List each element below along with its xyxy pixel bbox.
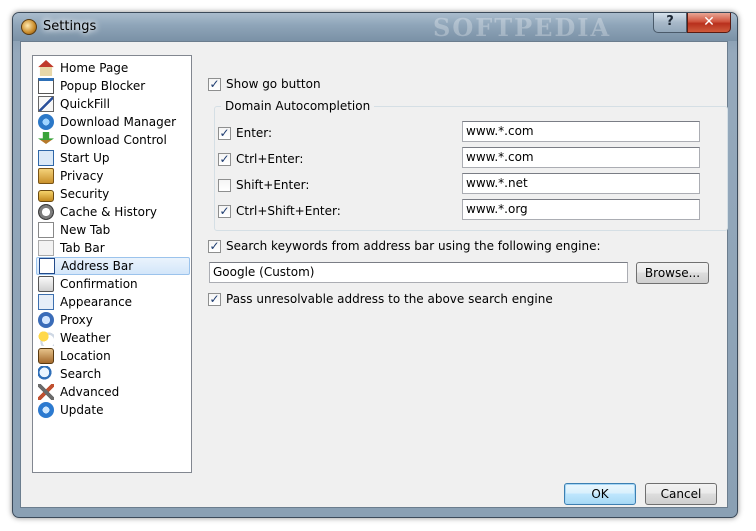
sidebar-item-tab-bar[interactable]: Tab Bar [36,239,190,257]
home-icon [38,60,54,76]
dialog-body: Home Page Popup Blocker QuickFill Download … [20,41,728,508]
sidebar-item-advanced[interactable]: Advanced [36,383,190,401]
domain-row-label: Enter: [236,126,273,140]
sidebar-item-label: Download Manager [60,115,177,129]
sidebar-item-security[interactable]: Security [36,185,190,203]
sidebar-item-quickfill[interactable]: QuickFill [36,95,190,113]
sidebar-item-download-manager[interactable]: Download Manager [36,113,190,131]
privacy-icon [38,168,54,184]
sidebar-item-label: Update [60,403,104,417]
domain-row-checkbox[interactable]: ✓ [218,152,231,166]
app-icon [21,19,37,35]
domain-suffix-field[interactable]: www.*.com [462,147,700,168]
check-mark-icon: ✓ [209,292,220,306]
check-mark-icon: ✓ [209,77,220,91]
domain-row-checkbox[interactable] [218,179,231,192]
sidebar-item-label: Address Bar [61,259,134,273]
sidebar-item-privacy[interactable]: Privacy [36,167,190,185]
sidebar-item-label: New Tab [60,223,111,237]
sidebar-item-label: Tab Bar [60,241,105,255]
sidebar-item-popup-blocker[interactable]: Popup Blocker [36,77,190,95]
new-tab-icon [38,222,54,238]
sidebar-item-new-tab[interactable]: New Tab [36,221,190,239]
sidebar-item-label: Location [60,349,111,363]
search-engine-field[interactable]: Google (Custom) [209,262,628,283]
sidebar-item-label: Proxy [60,313,93,327]
sidebar-item-label: QuickFill [60,97,110,111]
sidebar-item-label: Appearance [60,295,133,309]
show-go-button-label: Show go button [226,77,321,91]
sidebar-item-label: Security [60,187,110,201]
sidebar-item-download-control[interactable]: Download Control [36,131,190,149]
sidebar-item-label: Weather [60,331,111,345]
settings-window: SOFTPEDIA Settings ? ✕ Home Page Popup Bl… [12,12,738,518]
domain-row-checkbox[interactable]: ✓ [218,204,231,218]
search-icon [38,366,54,382]
domain-suffix-field[interactable]: www.*.net [462,173,700,194]
domain-autocompletion-title: Domain Autocompletion [221,99,375,113]
sidebar-item-label: Download Control [60,133,167,147]
update-icon [38,402,54,418]
domain-row-label: Ctrl+Enter: [236,152,304,166]
advanced-icon [38,384,54,400]
settings-category-list[interactable]: Home Page Popup Blocker QuickFill Download … [32,55,192,473]
domain-suffix-field[interactable]: www.*.com [462,121,700,142]
domain-row-label: Shift+Enter: [236,178,310,192]
sidebar-item-label: Home Page [60,61,129,75]
title-bar[interactable]: SOFTPEDIA Settings ? ✕ [13,13,737,42]
sidebar-item-home-page[interactable]: Home Page [36,59,190,77]
download-control-icon [38,132,54,144]
address-bar-icon [39,258,55,274]
sidebar-item-label: Confirmation [60,277,138,291]
check-mark-icon: ✓ [209,239,220,253]
confirmation-icon [38,276,54,292]
browse-button[interactable]: Browse... [636,262,709,284]
search-keywords-label: Search keywords from address bar using t… [226,239,601,253]
check-mark-icon: ✓ [219,126,230,140]
sidebar-item-location[interactable]: Location [36,347,190,365]
sidebar-item-proxy[interactable]: Proxy [36,311,190,329]
sidebar-item-weather[interactable]: Weather [36,329,190,347]
sidebar-item-search[interactable]: Search [36,365,190,383]
lock-icon [38,189,54,202]
ok-button[interactable]: OK [564,483,636,505]
sidebar-item-cache-history[interactable]: Cache & History [36,203,190,221]
sidebar-item-label: Privacy [60,169,104,183]
sidebar-item-label: Search [60,367,102,381]
show-go-button-checkbox[interactable]: ✓ [208,77,221,91]
startup-icon [38,150,54,166]
domain-suffix-field[interactable]: www.*.org [462,199,700,220]
help-button[interactable]: ? [653,13,687,33]
softpedia-watermark: SOFTPEDIA [433,13,612,42]
window-title: Settings [43,19,97,34]
location-icon [38,348,54,364]
sidebar-item-label: Cache & History [60,205,157,219]
history-icon [38,204,54,220]
sidebar-item-update[interactable]: Update [36,401,190,419]
domain-row-checkbox[interactable]: ✓ [218,126,231,140]
check-mark-icon: ✓ [219,152,230,166]
sidebar-item-label: Popup Blocker [60,79,146,93]
sidebar-item-start-up[interactable]: Start Up [36,149,190,167]
sidebar-item-confirmation[interactable]: Confirmation [36,275,190,293]
popup-blocker-icon [38,78,54,94]
quickfill-icon [38,96,54,112]
download-manager-icon [38,114,54,130]
appearance-icon [38,294,54,310]
tab-bar-icon [38,240,54,256]
sidebar-item-label: Start Up [60,151,110,165]
proxy-icon [38,312,54,328]
sidebar-item-address-bar[interactable]: Address Bar [36,257,190,275]
domain-row-label: Ctrl+Shift+Enter: [236,204,341,218]
check-mark-icon: ✓ [219,204,230,218]
cancel-button[interactable]: Cancel [645,483,717,505]
weather-icon [38,330,54,346]
pass-unresolvable-label: Pass unresolvable address to the above s… [226,292,553,306]
pass-unresolvable-checkbox[interactable]: ✓ [208,292,221,306]
search-keywords-checkbox[interactable]: ✓ [208,239,221,253]
sidebar-item-appearance[interactable]: Appearance [36,293,190,311]
close-button[interactable]: ✕ [687,13,731,33]
sidebar-item-label: Advanced [60,385,120,399]
